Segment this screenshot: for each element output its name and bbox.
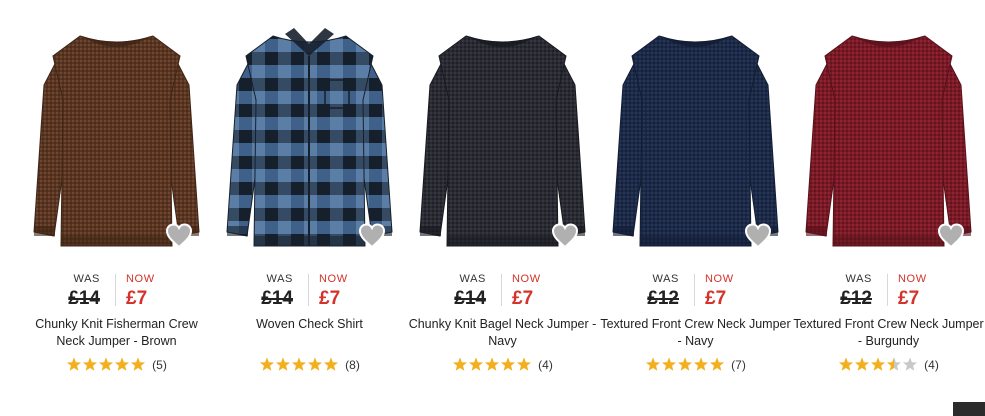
was-price-block: WAS £12 [792, 272, 882, 309]
star-icon [710, 357, 725, 372]
scroll-to-top-button[interactable] [953, 402, 985, 416]
price-block: WAS £12 NOW £7 [599, 272, 792, 309]
price-block: WAS £14 NOW £7 [20, 272, 213, 309]
was-label: WAS [845, 273, 872, 285]
star-icon [276, 357, 291, 372]
product-grid: WAS £14 NOW £7 Chunky Knit Fisherman Cre… [20, 0, 985, 400]
star-icon [501, 357, 516, 372]
star-icon [662, 357, 677, 372]
was-price-block: WAS £14 [213, 272, 303, 309]
now-price: £7 [319, 288, 341, 309]
star-icon [469, 357, 484, 372]
star-rating [259, 357, 339, 372]
product-rating[interactable]: (8) [213, 356, 406, 374]
was-label: WAS [459, 273, 486, 285]
product-rating[interactable]: (4) [406, 356, 599, 374]
heart-icon[interactable] [551, 222, 579, 250]
now-price: £7 [512, 288, 534, 309]
was-price: £12 [647, 288, 679, 309]
star-icon [485, 357, 500, 372]
product-card[interactable]: WAS £12 NOW £7 Textured Front Crew Neck … [792, 0, 985, 400]
was-price-block: WAS £12 [599, 272, 689, 309]
heart-icon[interactable] [744, 222, 772, 250]
star-icon [324, 357, 339, 372]
star-icon [308, 357, 323, 372]
product-title[interactable]: Chunky Knit Bagel Neck Jumper - Navy [406, 316, 599, 350]
star-icon [646, 357, 661, 372]
star-icon [115, 357, 130, 372]
star-rating [645, 357, 725, 372]
price-block: WAS £14 NOW £7 [406, 272, 599, 309]
product-card[interactable]: WAS £12 NOW £7 Textured Front Crew Neck … [599, 0, 792, 400]
review-count: (7) [731, 357, 746, 372]
star-rating [66, 357, 146, 372]
heart-icon[interactable] [937, 222, 965, 250]
star-icon [131, 357, 146, 372]
product-title[interactable]: Woven Check Shirt [213, 316, 406, 333]
heart-icon[interactable] [165, 222, 193, 250]
now-price: £7 [898, 288, 920, 309]
review-count: (5) [152, 357, 167, 372]
star-icon [67, 357, 82, 372]
now-price-block: NOW £7 [502, 272, 592, 309]
now-price-block: NOW £7 [116, 272, 206, 309]
product-rating[interactable]: (4) [792, 356, 985, 374]
now-label: NOW [319, 273, 348, 285]
star-icon [871, 357, 886, 372]
star-icon [517, 357, 532, 372]
price-block: WAS £12 NOW £7 [792, 272, 985, 309]
was-price: £14 [68, 288, 100, 309]
star-icon [694, 357, 709, 372]
star-icon [887, 357, 902, 372]
review-count: (4) [924, 357, 939, 372]
star-icon [292, 357, 307, 372]
star-icon [903, 357, 918, 372]
now-label: NOW [126, 273, 155, 285]
was-label: WAS [266, 273, 293, 285]
was-price-block: WAS £14 [406, 272, 496, 309]
review-count: (8) [345, 357, 360, 372]
now-label: NOW [898, 273, 927, 285]
was-price-block: WAS £14 [20, 272, 110, 309]
star-rating [452, 357, 532, 372]
was-price: £12 [840, 288, 872, 309]
product-card[interactable]: WAS £14 NOW £7 Woven Check Shirt (8) [213, 0, 406, 400]
review-count: (4) [538, 357, 553, 372]
now-price-block: NOW £7 [695, 272, 785, 309]
product-rating[interactable]: (7) [599, 356, 792, 374]
heart-icon[interactable] [358, 222, 386, 250]
star-icon [453, 357, 468, 372]
now-price-block: NOW £7 [309, 272, 399, 309]
star-rating [838, 357, 918, 372]
product-card[interactable]: WAS £14 NOW £7 Chunky Knit Bagel Neck Ju… [406, 0, 599, 400]
star-icon [678, 357, 693, 372]
star-icon [260, 357, 275, 372]
was-price: £14 [261, 288, 293, 309]
star-icon [99, 357, 114, 372]
product-card[interactable]: WAS £14 NOW £7 Chunky Knit Fisherman Cre… [20, 0, 213, 400]
now-price: £7 [705, 288, 727, 309]
now-label: NOW [512, 273, 541, 285]
product-title[interactable]: Chunky Knit Fisherman Crew Neck Jumper -… [20, 316, 213, 350]
now-price: £7 [126, 288, 148, 309]
now-label: NOW [705, 273, 734, 285]
product-title[interactable]: Textured Front Crew Neck Jumper - Navy [599, 316, 792, 350]
was-label: WAS [652, 273, 679, 285]
product-title[interactable]: Textured Front Crew Neck Jumper - Burgun… [792, 316, 985, 350]
product-rating[interactable]: (5) [20, 356, 213, 374]
star-icon [83, 357, 98, 372]
star-icon [839, 357, 854, 372]
was-price: £14 [454, 288, 486, 309]
price-block: WAS £14 NOW £7 [213, 272, 406, 309]
now-price-block: NOW £7 [888, 272, 978, 309]
star-icon [855, 357, 870, 372]
was-label: WAS [73, 273, 100, 285]
